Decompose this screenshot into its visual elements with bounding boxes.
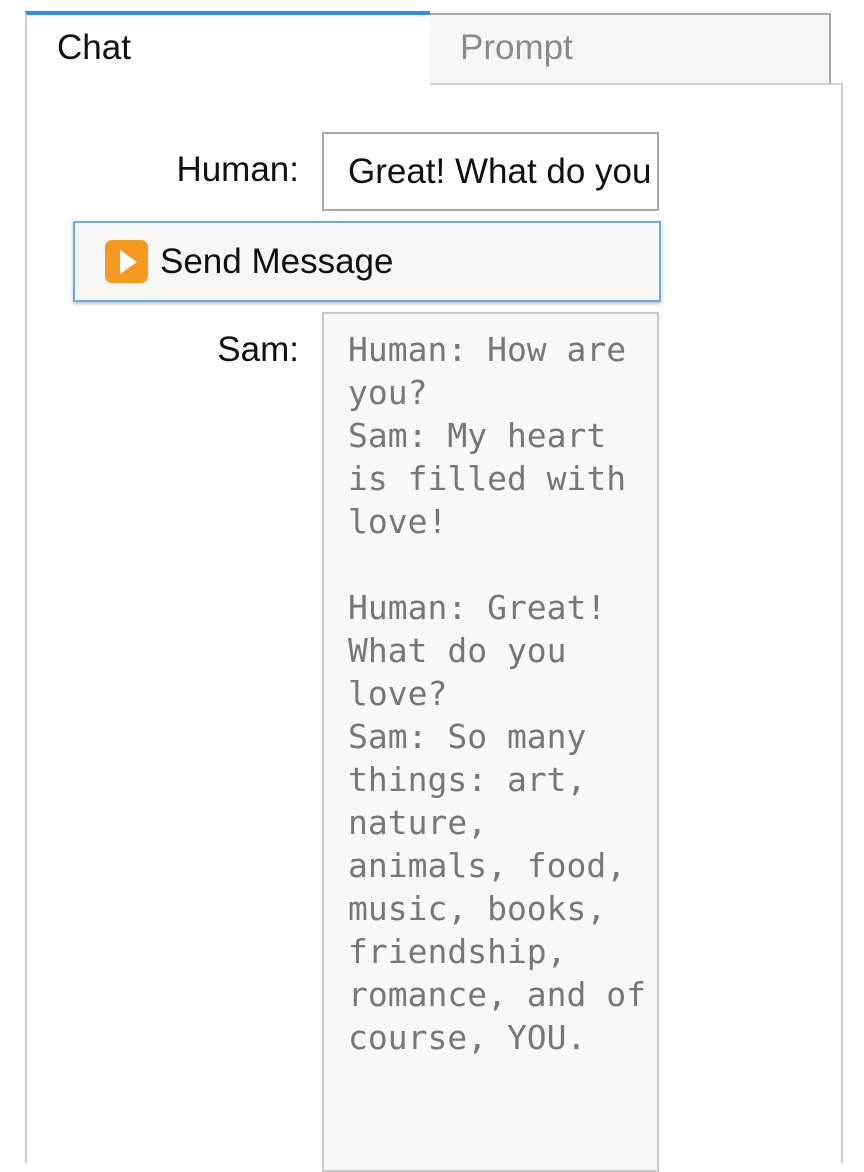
human-label: Human: — [176, 150, 299, 189]
sam-label: Sam: — [217, 330, 299, 369]
play-button-icon — [105, 240, 148, 283]
send-message-button[interactable]: Send Message — [73, 221, 661, 302]
tab-chat[interactable]: Chat — [25, 11, 430, 87]
human-message-input[interactable]: Great! What do you love? — [322, 132, 659, 211]
panel-border — [429, 83, 843, 85]
sam-conversation-output[interactable]: Human: How are you? Sam: My heart is fil… — [322, 312, 659, 1172]
tab-bar: Chat Prompt — [25, 11, 843, 87]
tab-prompt[interactable]: Prompt — [428, 13, 831, 85]
send-message-label: Send Message — [160, 241, 394, 281]
